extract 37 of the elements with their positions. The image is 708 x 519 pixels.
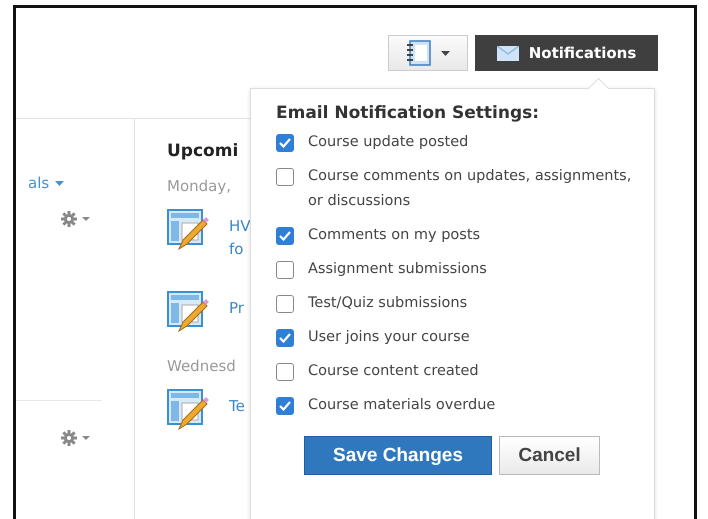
notifications-button[interactable]: Notifications [475, 35, 658, 71]
notebook-dropdown-button[interactable] [388, 35, 468, 71]
caret-icon [55, 180, 64, 186]
option-label: Course content created [308, 362, 479, 381]
option-label: Comments on my posts [308, 226, 480, 245]
option-label: User joins your course [308, 328, 470, 347]
caret-icon [440, 50, 450, 56]
assignment-icon [167, 209, 209, 251]
assignment-link[interactable]: Pr [229, 297, 244, 320]
save-button[interactable]: Save Changes [304, 436, 492, 475]
day-label: Wednesd [167, 357, 237, 375]
popup-title: Email Notification Settings: [276, 103, 540, 123]
checkbox[interactable] [276, 168, 294, 186]
upcoming-heading: Upcomi [167, 141, 240, 161]
option-label: Course comments on updates, assignments, or discussions [308, 167, 632, 211]
assignment-link[interactable]: HV fo [229, 215, 251, 261]
envelope-icon [496, 46, 519, 60]
checkbox[interactable] [276, 134, 294, 152]
option-label: Course materials overdue [308, 396, 496, 415]
checkbox[interactable] [276, 295, 294, 313]
gear-icon[interactable] [60, 210, 92, 228]
checkbox[interactable] [276, 227, 294, 245]
cancel-button[interactable]: Cancel [499, 436, 600, 475]
notebook-icon [406, 40, 430, 66]
checkbox[interactable] [276, 329, 294, 347]
day-label: Monday, [167, 177, 232, 195]
checkbox[interactable] [276, 397, 294, 415]
assignment-link[interactable]: Te [229, 395, 245, 418]
assignment-icon [167, 389, 209, 431]
option-label: Test/Quiz submissions [308, 294, 468, 313]
gear-icon[interactable] [60, 429, 92, 447]
option-label: Course update posted [308, 133, 468, 152]
checkbox[interactable] [276, 261, 294, 279]
category-link[interactable]: als [28, 174, 102, 192]
assignment-icon [167, 291, 209, 333]
option-label: Assignment submissions [308, 260, 487, 279]
checkbox[interactable] [276, 363, 294, 381]
